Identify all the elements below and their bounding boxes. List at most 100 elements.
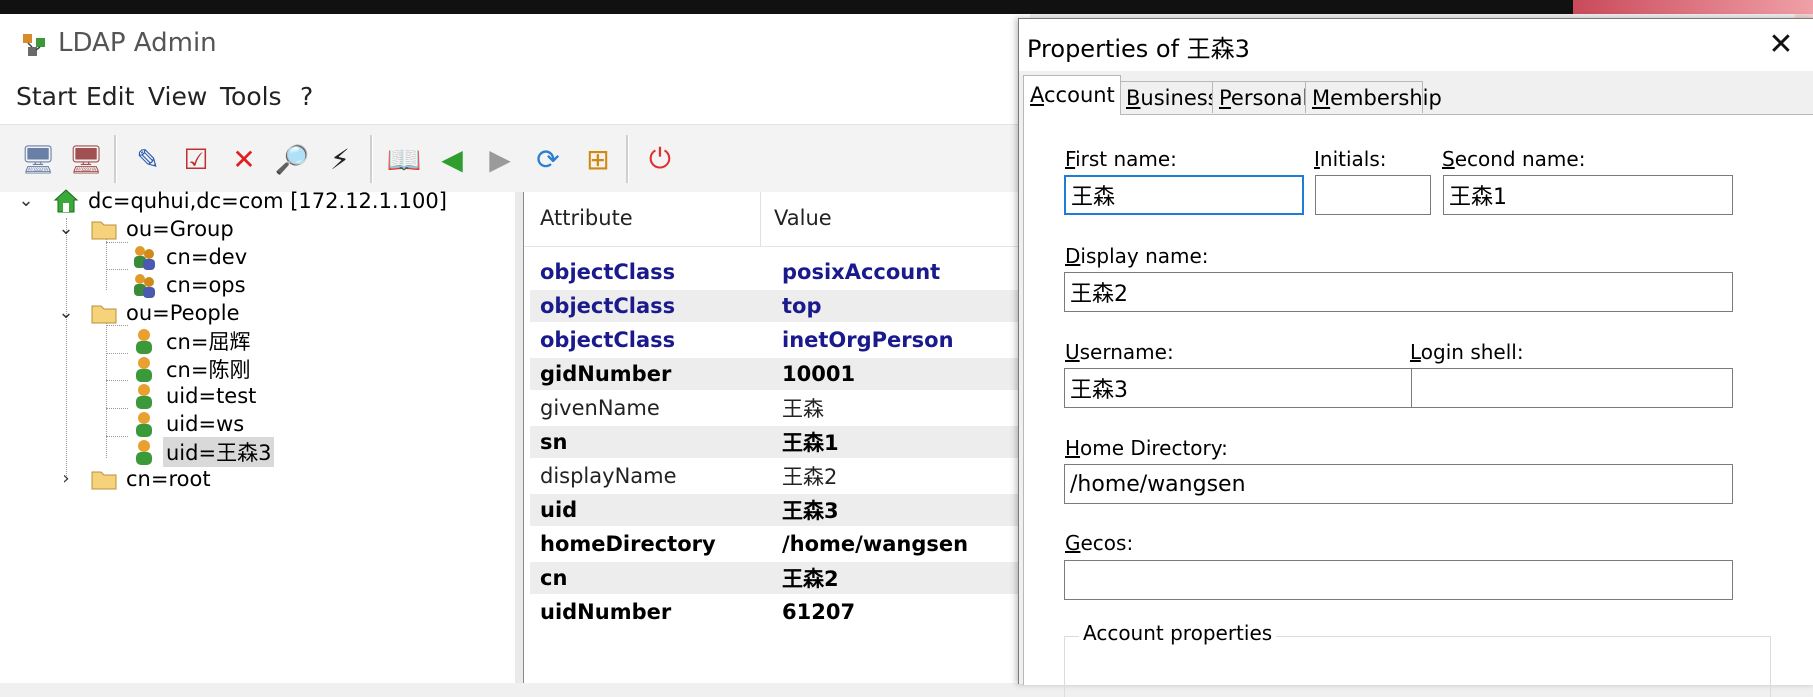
account-tab-page: First name: Initials: Second name: Displ… [1023, 114, 1813, 697]
gecos-label: Gecos: [1065, 531, 1134, 555]
disconnect-icon[interactable]: 🖥 [68, 141, 104, 177]
column-header-attribute[interactable]: Attribute [540, 206, 633, 230]
tree-label: cn=ops [166, 273, 246, 297]
tree-label: cn=陈刚 [166, 358, 251, 382]
home-directory-field[interactable] [1064, 464, 1733, 504]
delete-icon[interactable]: ✕ [226, 141, 262, 177]
attribute-value: posixAccount [782, 260, 941, 284]
tree-label: uid=test [166, 384, 257, 408]
attribute-name: objectClass [540, 260, 676, 284]
tree-label: cn=屈辉 [166, 330, 251, 354]
tab-membership[interactable]: Membership [1305, 81, 1442, 113]
schema-book-icon[interactable]: 📖 [386, 141, 422, 177]
ldap-app-icon [23, 34, 45, 56]
attribute-value: 王森1 [782, 431, 839, 455]
server-home-icon [53, 189, 79, 213]
attribute-row[interactable]: objectClass posixAccount [530, 256, 1030, 288]
menu-tools[interactable]: Tools [220, 82, 282, 111]
back-arrow-icon[interactable]: ◀ [434, 141, 470, 177]
attribute-row[interactable]: gidNumber 10001 [530, 358, 1030, 390]
tree-label: cn=root [126, 467, 211, 491]
collapse-chevron-icon[interactable]: ⌄ [56, 302, 76, 323]
username-label: Username: [1065, 340, 1174, 364]
search-icon[interactable]: 🔎 [274, 141, 310, 177]
edit-entry-icon[interactable]: ✎ [130, 141, 166, 177]
tree-node-user[interactable]: cn=屈辉 [130, 326, 253, 356]
column-divider[interactable] [760, 192, 761, 246]
display-name-label: Display name: [1065, 244, 1209, 268]
group-users-icon [134, 246, 155, 270]
tab-mnemonic: B [1126, 86, 1141, 110]
close-icon[interactable]: ✕ [1759, 23, 1803, 67]
folder-icon [91, 305, 117, 324]
expand-chevron-icon[interactable]: › [56, 468, 76, 489]
tree-node-user[interactable]: uid=test [130, 381, 259, 411]
pane-splitter[interactable] [515, 192, 524, 683]
menu-view[interactable]: View [148, 82, 207, 111]
title-bar: LDAP Admin [0, 14, 1030, 74]
toolbar-separator [370, 135, 373, 183]
properties-icon[interactable]: ☑ [178, 141, 214, 177]
attribute-row[interactable]: objectClass inetOrgPerson [530, 324, 1030, 356]
tree-node-ou-group[interactable]: ou=Group [90, 214, 237, 244]
connect-icon[interactable]: 🖥 [20, 141, 56, 177]
attribute-value: /home/wangsen [782, 532, 969, 556]
properties-dialog: Properties of 王森3 ✕ Account Business Per… [1018, 18, 1813, 697]
gecos-field[interactable] [1064, 560, 1733, 600]
collapse-chevron-icon[interactable]: ⌄ [56, 218, 76, 239]
tree-label: cn=dev [166, 245, 248, 269]
tab-account[interactable]: Account [1023, 75, 1121, 115]
tab-label: usiness [1140, 86, 1219, 110]
initials-field[interactable] [1315, 175, 1431, 215]
login-shell-field[interactable] [1411, 368, 1733, 408]
column-header-value[interactable]: Value [774, 206, 832, 230]
attribute-row[interactable]: uid 王森3 [530, 494, 1030, 526]
tab-mnemonic: A [1030, 83, 1044, 107]
forward-arrow-icon[interactable]: ▶ [482, 141, 518, 177]
attribute-row[interactable]: homeDirectory/home/wangsen [530, 528, 1030, 560]
tree-connector [106, 408, 128, 409]
tab-mnemonic: M [1312, 86, 1331, 110]
menu-help[interactable]: ? [300, 82, 313, 111]
attribute-list-header: Attribute Value [524, 192, 1030, 247]
tab-label: ersonal [1230, 86, 1309, 110]
attribute-row[interactable]: givenName 王森 [530, 392, 1030, 424]
tree-node-cn-root[interactable]: cn=root [90, 464, 214, 494]
tree-label: ou=People [126, 301, 240, 325]
tab-business[interactable]: Business [1119, 81, 1219, 113]
tree-node-user[interactable]: cn=陈刚 [130, 354, 253, 384]
tree-node-cn-dev[interactable]: cn=dev [130, 242, 250, 272]
menu-edit[interactable]: Edit [86, 82, 134, 111]
first-name-field[interactable] [1064, 175, 1304, 215]
tree-root-server[interactable]: dc=quhui,dc=com [172.12.1.100] [52, 186, 450, 216]
tab-personal[interactable]: Personal [1212, 81, 1309, 113]
second-name-field[interactable] [1443, 175, 1733, 215]
exit-icon[interactable]: ⏻ [642, 141, 678, 177]
attribute-row[interactable]: objectClass top [530, 290, 1030, 322]
username-field[interactable] [1064, 368, 1434, 408]
tree-node-cn-ops[interactable]: cn=ops [130, 270, 249, 300]
lightning-icon[interactable]: ⚡ [322, 141, 358, 177]
tree-node-ou-people[interactable]: ou=People [90, 298, 243, 328]
display-name-field[interactable] [1064, 272, 1733, 312]
tree-label: uid=ws [166, 412, 245, 436]
login-shell-label: Login shell: [1410, 340, 1524, 364]
directory-tree: ⌄ dc=quhui,dc=com [172.12.1.100] ⌄ ou=Gr… [0, 189, 516, 683]
tree-org-icon[interactable]: ⊞ [580, 141, 616, 177]
user-icon [136, 357, 152, 382]
second-name-label: Second name: [1442, 147, 1586, 171]
dialog-title-bar: Properties of 王森3 ✕ [1019, 19, 1813, 71]
tree-node-user-selected[interactable]: uid=王森3 [130, 437, 275, 467]
user-icon [136, 329, 152, 354]
attribute-name: gidNumber [540, 362, 672, 386]
user-icon [136, 412, 152, 437]
attribute-row[interactable]: sn 王森1 [530, 426, 1030, 458]
menu-start[interactable]: Start [16, 82, 77, 111]
collapse-chevron-icon[interactable]: ⌄ [16, 190, 36, 211]
home-directory-label: Home Directory: [1065, 436, 1228, 460]
attribute-row[interactable]: displayName 王森2 [530, 460, 1030, 492]
tree-node-user[interactable]: uid=ws [130, 409, 247, 439]
attribute-row[interactable]: cn 王森2 [530, 562, 1030, 594]
refresh-icon[interactable]: ⟳ [530, 141, 566, 177]
attribute-row[interactable]: uidNumber 61207 [530, 596, 1030, 628]
